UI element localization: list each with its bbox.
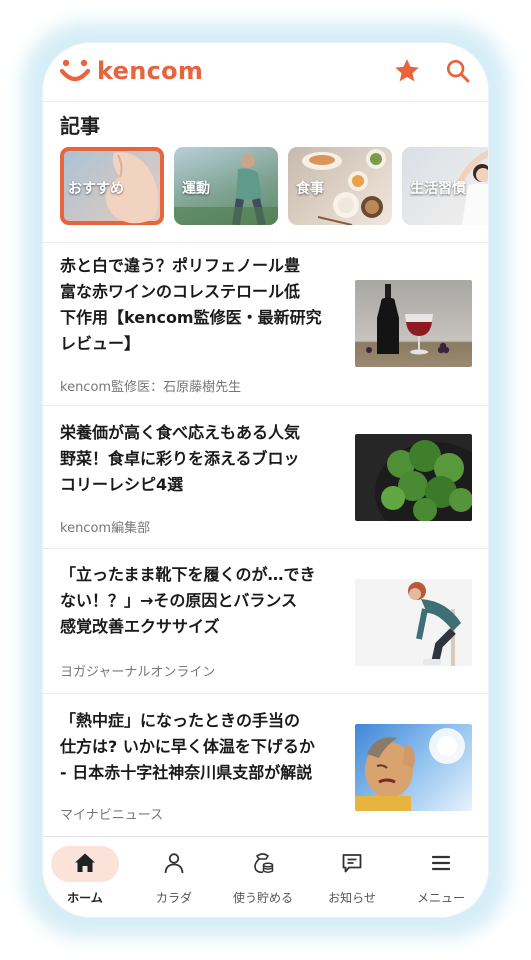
article-thumbnail <box>355 280 472 367</box>
nav-points[interactable]: 使う貯める <box>223 837 303 917</box>
article-item[interactable]: 赤と白で違う？ポリフェノール豊 富な赤ワインのコレステロール低 下作用【kenc… <box>43 242 488 406</box>
nav-label: ホーム <box>67 891 103 905</box>
article-feed[interactable]: 記事 おすすめ 運動 食事 生活習慣 赤と白で違う？ポリフェノール豊 富な赤ワイ… <box>43 102 488 836</box>
nav-label: カラダ <box>155 891 192 905</box>
phone-frame: kencom 記事 おすすめ 運動 食事 生活習慣 赤と白で違う？ポリフェノール… <box>43 43 488 917</box>
article-item[interactable]: 栄養価が高く食べ応えもある人気 野菜！食卓に彩りを添えるブロッ コリーレシピ4選… <box>43 405 488 549</box>
broccoli-image <box>375 440 472 521</box>
category-food[interactable]: 食事 <box>288 147 392 225</box>
nav-label: メニュー <box>416 891 465 905</box>
article-title: 赤と白で違う？ポリフェノール豊 富な赤ワインのコレステロール低 下作用【kenc… <box>60 256 322 353</box>
article-title: 「熱中症」になったときの手当の 仕方は? いかに早く体温を下げるか - 日本赤十… <box>60 711 315 782</box>
category-exercise[interactable]: 運動 <box>174 147 278 225</box>
person-icon <box>164 853 184 874</box>
category-label: 運動 <box>182 181 210 197</box>
category-label: おすすめ <box>68 181 124 197</box>
coins-icon <box>254 853 274 874</box>
article-item[interactable]: 「熱中症」になったときの手当の 仕方は? いかに早く体温を下げるか - 日本赤十… <box>43 693 488 836</box>
logo-text: kencom <box>97 57 204 85</box>
article-source: ヨガジャーナルオンライン <box>60 665 216 680</box>
article-title: 「立ったまま靴下を履くのが…でき ない！？」→その原因とバランス 感覚改善エクサ… <box>60 565 316 636</box>
menu-icon <box>431 855 451 871</box>
favorite-button[interactable] <box>393 57 421 85</box>
category-label: 生活習慣 <box>410 181 466 197</box>
heatstroke-man-image <box>355 728 465 811</box>
section-title: 記事 <box>60 114 100 138</box>
kencom-logo[interactable]: kencom <box>59 55 203 87</box>
article-source: マイナビニュース <box>60 808 164 823</box>
nav-body[interactable]: カラダ <box>134 837 214 917</box>
article-thumbnail <box>355 579 472 666</box>
nav-menu[interactable]: メニュー <box>401 837 481 917</box>
nav-notifications[interactable]: お知らせ <box>312 837 392 917</box>
star-icon <box>395 59 419 82</box>
nav-home[interactable]: ホーム <box>45 837 125 917</box>
home-icon <box>75 853 95 872</box>
woman-balance-image <box>408 582 461 666</box>
search-button[interactable] <box>444 57 472 85</box>
article-thumbnail <box>355 724 472 811</box>
article-title: 栄養価が高く食べ応えもある人気 野菜！食卓に彩りを添えるブロッ コリーレシピ4選 <box>60 423 301 494</box>
category-label: 食事 <box>296 181 324 197</box>
message-icon <box>342 854 362 873</box>
nav-label: お知らせ <box>328 891 376 905</box>
category-list: おすすめ 運動 食事 生活習慣 <box>60 147 488 225</box>
bottom-nav: ホーム カラダ 使う貯める お知らせ メニュー <box>43 836 488 917</box>
smile-logo-icon <box>59 59 91 82</box>
article-source: kencom監修医：石原藤樹先生 <box>60 380 242 395</box>
article-thumbnail <box>355 434 472 521</box>
category-lifestyle[interactable]: 生活習慣 <box>402 147 488 225</box>
category-recommended[interactable]: おすすめ <box>60 147 164 225</box>
app-header: kencom <box>43 43 488 102</box>
article-source: kencom編集部 <box>60 521 151 536</box>
search-icon <box>446 59 470 83</box>
red-wine-image <box>366 284 450 355</box>
article-item[interactable]: 「立ったまま靴下を履くのが…でき ない！？」→その原因とバランス 感覚改善エクサ… <box>43 548 488 694</box>
nav-label: 使う貯める <box>232 891 293 905</box>
